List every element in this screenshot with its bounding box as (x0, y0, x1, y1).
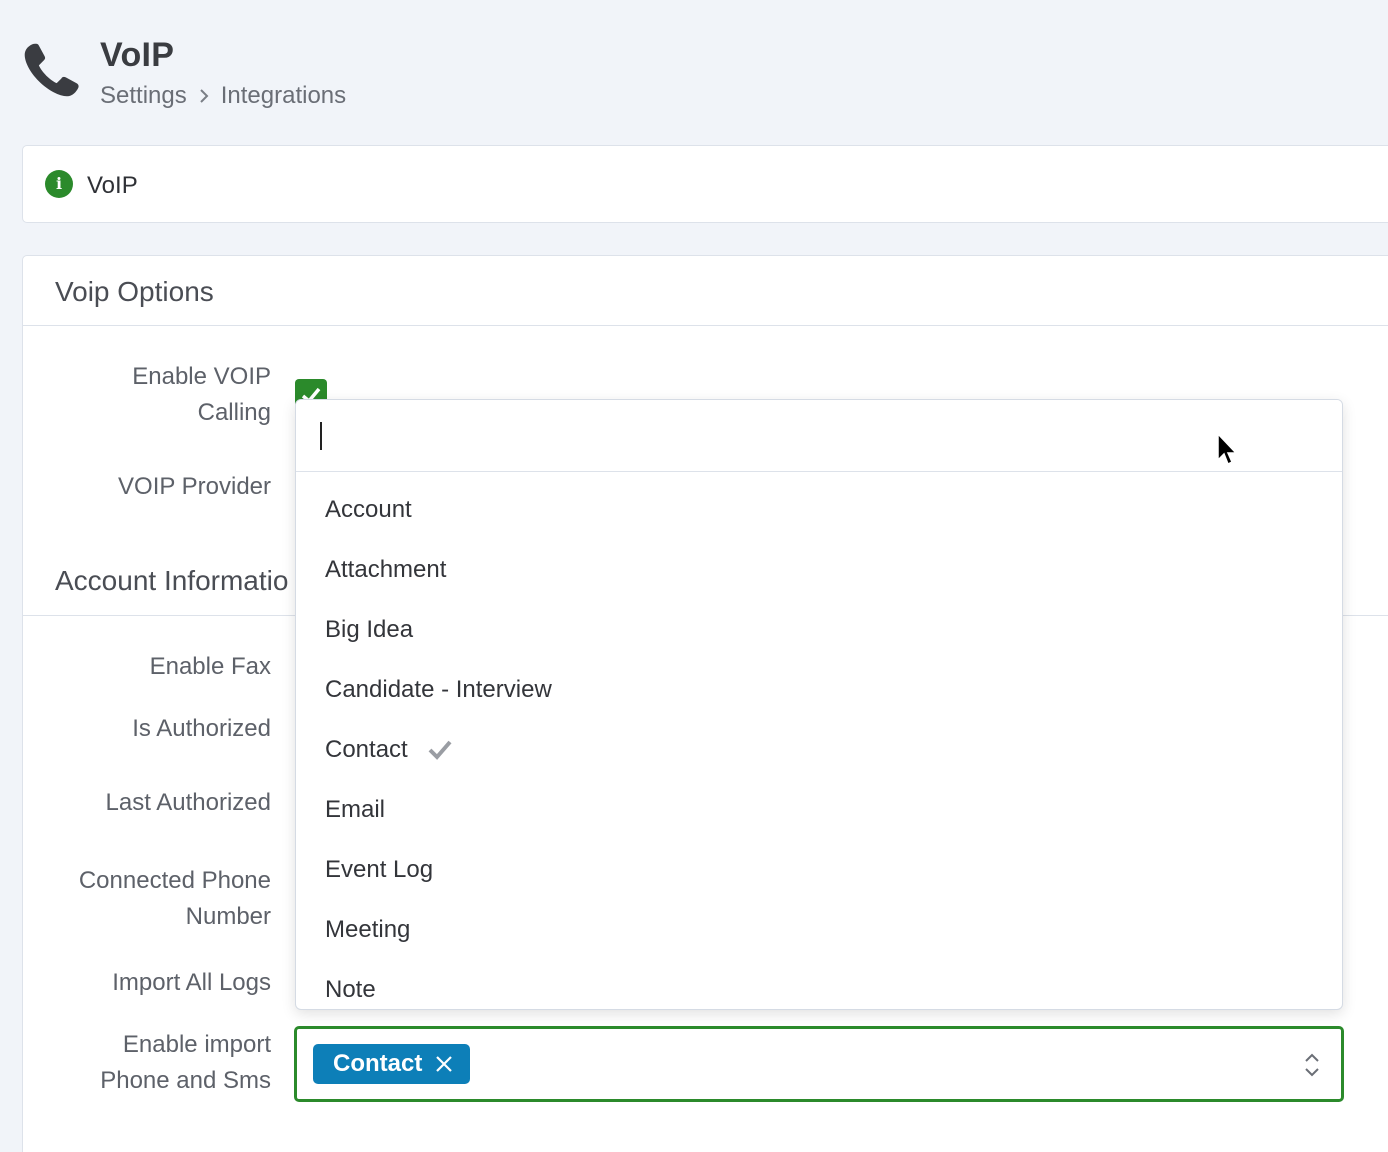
info-card: i VoIP (22, 145, 1388, 223)
dropdown-item-contact[interactable]: Contact (296, 720, 1342, 780)
dropdown-item-event-log[interactable]: Event Log (296, 840, 1342, 900)
dropdown-search-input[interactable] (296, 400, 1342, 472)
object-type-dropdown: Account Attachment Big Idea Candidate - … (295, 399, 1343, 1010)
enable-fax-label: Enable Fax (149, 653, 271, 680)
close-icon[interactable] (434, 1054, 454, 1074)
dropdown-item-meeting[interactable]: Meeting (296, 900, 1342, 960)
chevron-right-icon (200, 89, 209, 103)
page-title: VoIP (100, 36, 175, 74)
section-divider (23, 325, 1388, 326)
import-all-logs-label: Import All Logs (112, 969, 271, 996)
dropdown-list: Account Attachment Big Idea Candidate - … (296, 480, 1342, 1009)
voip-options-title: Voip Options (55, 276, 214, 307)
enable-voip-label: Enable VOIP Calling (132, 363, 271, 426)
info-label: VoIP (87, 172, 138, 199)
dropdown-item-attachment[interactable]: Attachment (296, 540, 1342, 600)
dropdown-item-note[interactable]: Note (296, 960, 1342, 1009)
enable-import-label: Enable import Phone and Sms (100, 1031, 271, 1094)
phone-icon (24, 43, 79, 97)
check-icon (428, 740, 452, 760)
enable-import-select[interactable]: Contact (294, 1026, 1344, 1102)
selected-tag-contact: Contact (313, 1044, 471, 1084)
text-caret (320, 422, 322, 450)
info-icon: i (45, 170, 73, 198)
mouse-cursor-icon (1217, 432, 1238, 466)
connected-phone-label: Connected Phone Number (78, 867, 271, 930)
breadcrumb-integrations[interactable]: Integrations (221, 82, 346, 110)
dropdown-item-email[interactable]: Email (296, 780, 1342, 840)
page-header: VoIP Settings Integrations (22, 34, 722, 124)
breadcrumb: Settings Integrations (100, 82, 346, 110)
dropdown-item-candidate-interview[interactable]: Candidate - Interview (296, 660, 1342, 720)
dropdown-item-big-idea[interactable]: Big Idea (296, 600, 1342, 660)
last-authorized-label: Last Authorized (105, 789, 271, 816)
is-authorized-label: Is Authorized (132, 715, 271, 742)
breadcrumb-settings[interactable]: Settings (100, 82, 187, 110)
chevron-up-down-icon[interactable] (1303, 1051, 1321, 1079)
account-information-title: Account Informatio (55, 565, 289, 596)
voip-provider-label: VOIP Provider (118, 473, 271, 500)
dropdown-item-account[interactable]: Account (296, 480, 1342, 540)
